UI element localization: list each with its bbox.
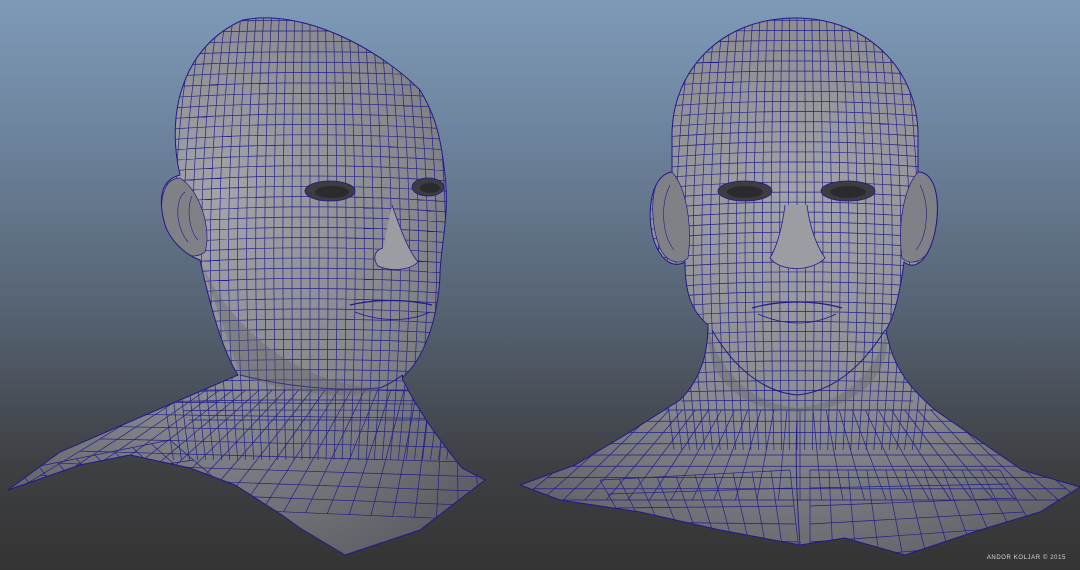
viewport: ANDOR KOLJAR © 2015 [0, 0, 1080, 570]
head-front-view [519, 17, 1080, 556]
mesh-canvas [7, 17, 1080, 556]
copyright-credit: ANDOR KOLJAR © 2015 [986, 555, 1066, 561]
head-three-quarter-view [7, 17, 486, 556]
